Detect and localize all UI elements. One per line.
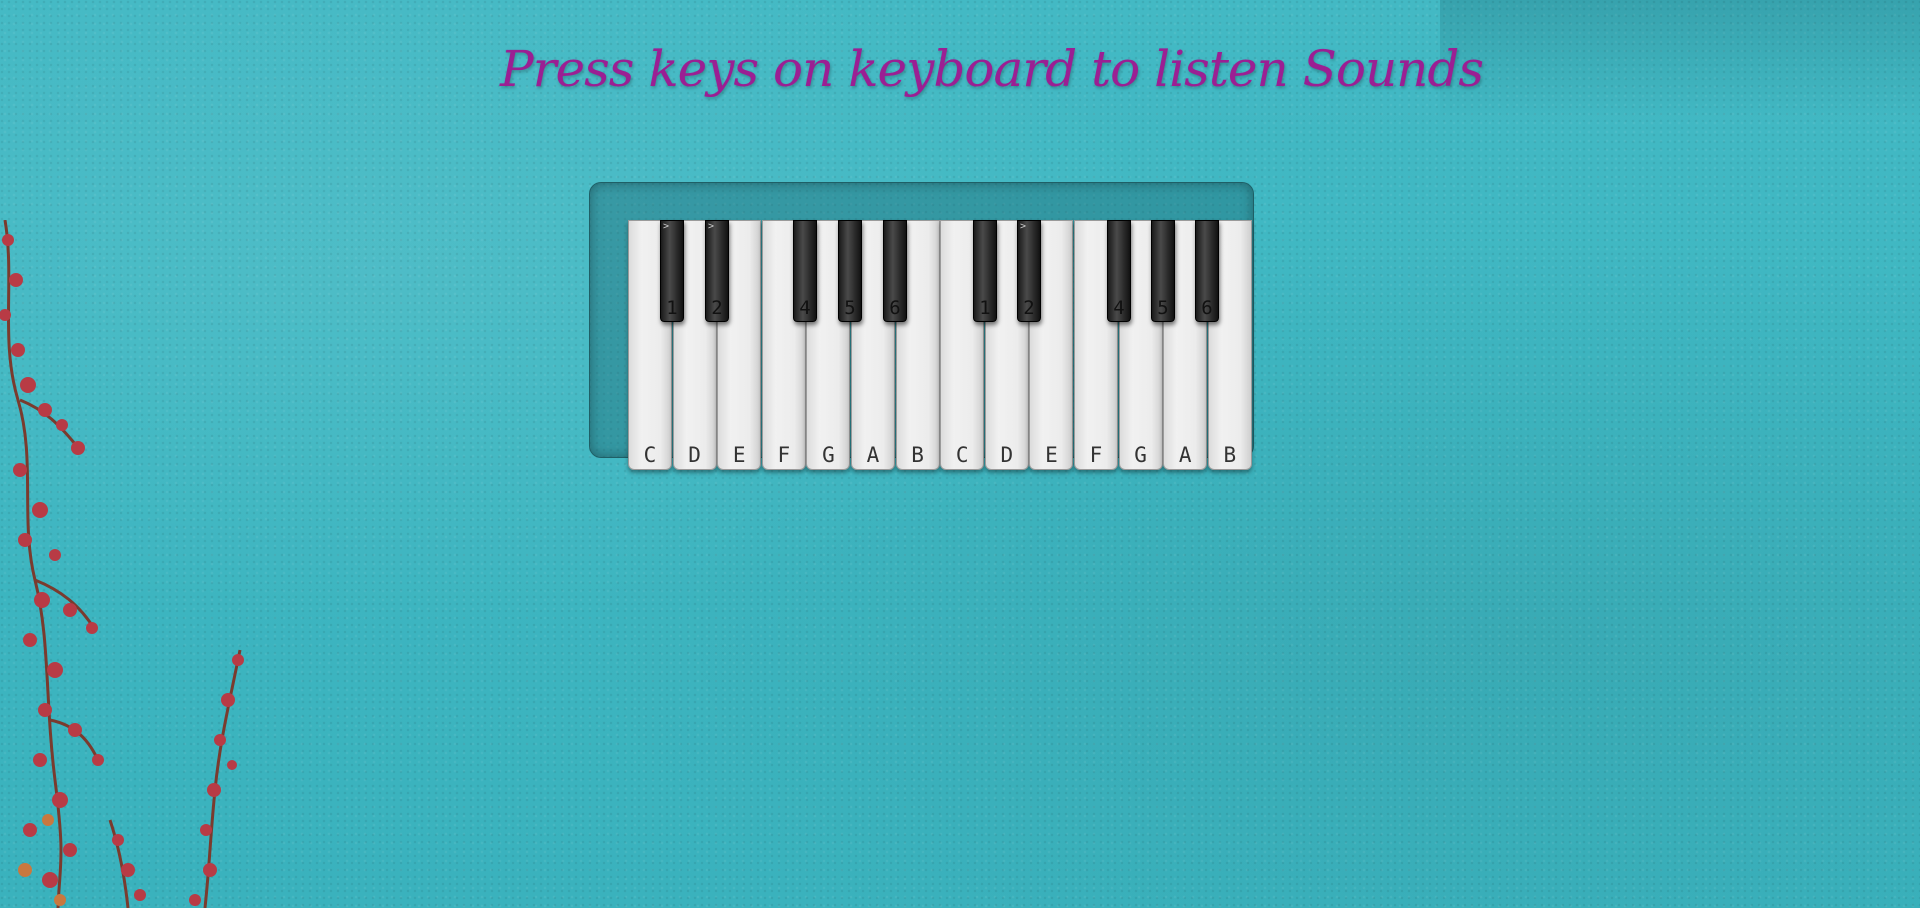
- key-label: A: [1178, 443, 1192, 467]
- key-label: 1: [979, 297, 991, 319]
- black-key-2[interactable]: >2: [705, 220, 729, 322]
- key-label: 6: [889, 297, 901, 319]
- key-label: E: [732, 443, 746, 467]
- key-label: 2: [1023, 297, 1035, 319]
- key-label: G: [1134, 443, 1147, 467]
- black-key-6b[interactable]: 6: [1195, 220, 1219, 322]
- piano-keyboard: C D E F G A B C D E F G A B >1 >2 4 5 6 …: [628, 220, 1253, 470]
- key-label: 1: [666, 297, 678, 319]
- key-label: 6: [1201, 297, 1213, 319]
- key-label: C: [955, 443, 969, 467]
- page-title: Press keys on keyboard to listen Sounds: [500, 40, 1484, 98]
- key-label: E: [1045, 443, 1058, 467]
- key-label: C: [643, 443, 657, 467]
- black-key-5b[interactable]: 5: [1151, 220, 1175, 322]
- key-mark: >: [708, 221, 715, 232]
- key-label: A: [866, 443, 880, 467]
- black-key-4b[interactable]: 4: [1107, 220, 1131, 322]
- key-label: D: [1000, 443, 1014, 467]
- black-key-4[interactable]: 4: [793, 220, 817, 322]
- key-mark: >: [1020, 221, 1027, 232]
- key-label: G: [822, 443, 835, 467]
- black-key-1[interactable]: >1: [660, 220, 684, 322]
- black-key-2b[interactable]: >2: [1017, 220, 1041, 322]
- key-label: 5: [1157, 297, 1169, 319]
- wall-shadow: [1440, 0, 1920, 120]
- key-label: 5: [844, 297, 856, 319]
- key-label: F: [1089, 443, 1103, 467]
- key-label: 2: [711, 297, 723, 319]
- black-key-5[interactable]: 5: [838, 220, 862, 322]
- key-label: 4: [1113, 297, 1125, 319]
- key-label: B: [911, 443, 924, 467]
- black-key-6[interactable]: 6: [883, 220, 907, 322]
- key-label: 4: [799, 297, 811, 319]
- key-label: D: [688, 443, 701, 467]
- vine-decoration: [0, 220, 244, 908]
- black-key-1b[interactable]: 1: [973, 220, 997, 322]
- key-label: F: [777, 443, 791, 467]
- key-label: B: [1223, 443, 1237, 467]
- key-mark: >: [663, 221, 670, 232]
